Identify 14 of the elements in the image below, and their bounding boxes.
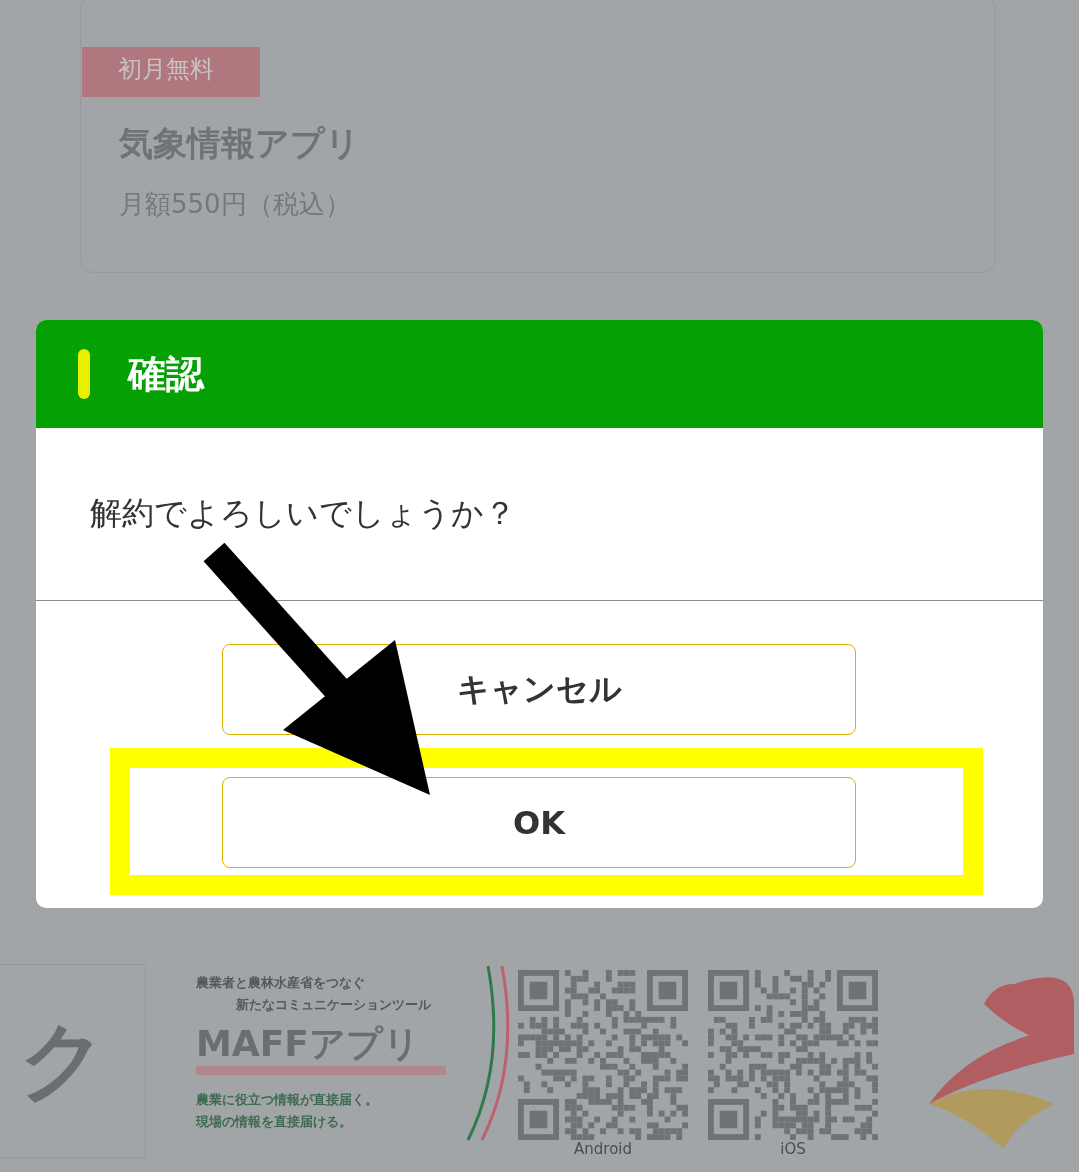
app-description: 農業に役立つ情報が直接届く。 <box>196 1091 379 1109</box>
accent-bar-icon <box>78 349 90 399</box>
app-description: 現場の情報を直接届ける。 <box>196 1113 353 1131</box>
swirl-logo-icon <box>929 977 1074 1149</box>
qr-label: Android <box>574 1140 632 1158</box>
qr-label: iOS <box>780 1140 806 1158</box>
dialog-title: 確認 <box>128 350 204 398</box>
dialog-message: 解約でよろしいでしょうか？ <box>90 493 516 534</box>
qr-code-icon <box>708 970 878 1140</box>
app-tagline: 新たなコミュニケーションツール <box>236 996 432 1014</box>
ok-button[interactable]: OK <box>222 777 856 868</box>
free-month-badge: 初月無料 <box>82 47 260 97</box>
qr-code-icon <box>518 970 688 1140</box>
app-tagline: 農業者と農林水産省をつなぐ <box>196 974 366 992</box>
